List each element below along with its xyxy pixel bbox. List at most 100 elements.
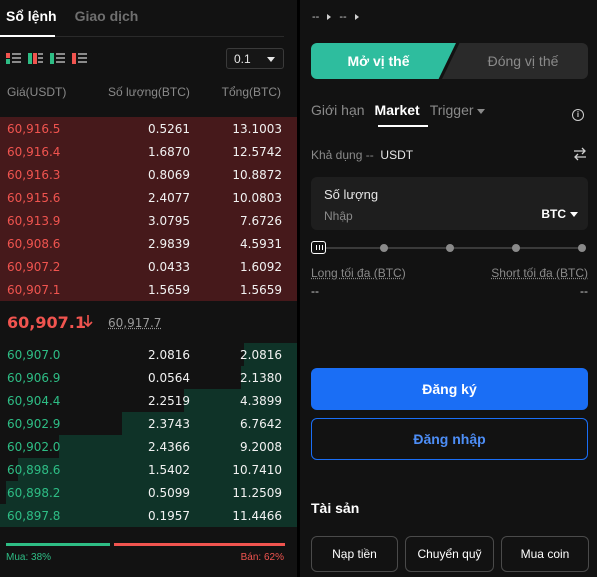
tab-trigger-label: Trigger (429, 102, 474, 118)
bid-price: 60,902.0 (7, 440, 61, 454)
bid-price: 60,906.9 (7, 371, 61, 385)
ask-row[interactable]: 60,907.1 1.5659 1.5659 (0, 278, 297, 301)
ask-row[interactable]: 60,916.4 1.6870 12.5742 (0, 140, 297, 163)
bid-row[interactable]: 60,897.8 0.1957 11.4466 (0, 504, 297, 527)
ask-row[interactable]: 60,915.6 2.4077 10.0803 (0, 186, 297, 209)
ask-total: 10.8872 (232, 168, 282, 182)
buy-coin-button[interactable]: Mua coin (501, 536, 589, 572)
long-max-value: -- (311, 284, 319, 298)
header-total: Tổng(BTC) (221, 85, 281, 99)
ask-qty: 0.8069 (148, 168, 190, 182)
buy-sell-ratio-bar (6, 543, 285, 546)
bid-price: 60,898.2 (7, 486, 61, 500)
layout-grid-icon[interactable] (28, 52, 43, 65)
ask-price: 60,916.3 (7, 168, 61, 182)
tab-orderbook[interactable]: Sổ lệnh (6, 8, 57, 38)
chevron-down-icon (267, 57, 275, 62)
bid-rows: 60,907.0 2.0816 2.0816 60,906.9 0.0564 2.1380… (0, 343, 297, 527)
breadcrumb-item[interactable]: -- (339, 11, 346, 23)
ask-total: 10.0803 (232, 191, 282, 205)
bid-row[interactable]: 60,898.6 1.5402 10.7410 (0, 458, 297, 481)
slider-step-75[interactable] (512, 244, 520, 252)
bid-total: 2.0816 (240, 348, 282, 362)
bid-total: 10.7410 (232, 463, 282, 477)
layout-asks-icon[interactable] (72, 52, 87, 65)
swap-icon[interactable] (573, 147, 587, 161)
ask-rows: 60,916.5 0.5261 13.1003 60,916.4 1.6870 12.57… (0, 117, 297, 301)
ask-total: 7.6726 (240, 214, 282, 228)
assets-title: Tài sản (311, 500, 360, 516)
open-position-button[interactable]: Mở vị thế (311, 43, 456, 79)
bid-price: 60,904.4 (7, 394, 61, 408)
ask-row[interactable]: 60,916.3 0.8069 10.8872 (0, 163, 297, 186)
tab-trades[interactable]: Giao dịch (75, 8, 139, 38)
depth-precision-select[interactable]: 0.1 (226, 48, 284, 69)
login-button[interactable]: Đăng nhập (311, 418, 588, 460)
bid-qty: 2.4366 (148, 440, 190, 454)
bid-row[interactable]: 60,906.9 0.0564 2.1380 (0, 366, 297, 389)
depth-precision-value: 0.1 (234, 52, 251, 66)
close-position-button[interactable]: Đóng vị thế (442, 43, 588, 79)
available-balance: Khả dụng -- USDT (311, 148, 413, 162)
ask-price: 60,916.4 (7, 145, 61, 159)
quantity-field[interactable]: Số lượng BTC (311, 177, 588, 230)
active-order-tab-indicator (378, 125, 428, 127)
trade-panel: -- -- Đóng vị thế Mở vị thế Giới hạn Mar… (300, 0, 597, 577)
header-qty: Số lượng(BTC) (108, 85, 190, 99)
position-mode-toggle: Đóng vị thế Mở vị thế (311, 43, 588, 79)
buy-ratio-fill (6, 543, 110, 546)
chevron-down-icon (476, 108, 485, 114)
orderbook-panel: Sổ lệnh Giao dịch 0.1 Giá(USDT) Số lượng… (0, 0, 297, 577)
tab-trigger[interactable]: Trigger (430, 102, 485, 118)
slider-step-25[interactable] (380, 244, 388, 252)
short-max-label: Short tối đa (BTC) (491, 266, 588, 280)
bid-total: 11.2509 (232, 486, 282, 500)
bid-qty: 0.1957 (148, 509, 190, 523)
bid-row[interactable]: 60,898.2 0.5099 11.2509 (0, 481, 297, 504)
quantity-unit: BTC (541, 207, 566, 221)
caret-right-icon (354, 14, 359, 20)
quantity-label: Số lượng (324, 187, 379, 202)
ask-price: 60,916.5 (7, 122, 61, 136)
ask-row[interactable]: 60,907.2 0.0433 1.6092 (0, 255, 297, 278)
tab-divider (0, 35, 284, 37)
tab-market[interactable]: Market (375, 102, 420, 118)
long-max-label: Long tối đa (BTC) (311, 266, 406, 280)
breadcrumb-item[interactable]: -- (312, 11, 319, 23)
mark-price[interactable]: 60,917.7 (108, 316, 161, 330)
slider-step-50[interactable] (446, 244, 454, 252)
deposit-button[interactable]: Nạp tiền (311, 536, 398, 572)
order-type-tabs: Giới hạn Market Trigger (311, 102, 485, 118)
quantity-unit-select[interactable]: BTC (541, 207, 578, 221)
ask-row[interactable]: 60,913.9 3.0795 7.6726 (0, 209, 297, 232)
header-price: Giá(USDT) (7, 85, 67, 99)
ask-row[interactable]: 60,908.6 2.9839 4.5931 (0, 232, 297, 255)
bid-price: 60,897.8 (7, 509, 61, 523)
slider-step-100[interactable] (578, 244, 586, 252)
ask-qty: 3.0795 (148, 214, 190, 228)
bid-row[interactable]: 60,904.4 2.2519 4.3899 (0, 389, 297, 412)
slider-handle[interactable] (311, 241, 326, 254)
quantity-input[interactable] (324, 208, 474, 224)
ask-qty: 0.0433 (148, 260, 190, 274)
tab-limit[interactable]: Giới hạn (311, 102, 365, 118)
quantity-slider[interactable] (311, 240, 588, 256)
ask-price: 60,908.6 (7, 237, 61, 251)
caret-right-icon (327, 14, 332, 20)
orderbook-tabs: Sổ lệnh Giao dịch (6, 8, 138, 38)
ask-price: 60,907.2 (7, 260, 61, 274)
transfer-button[interactable]: Chuyển quỹ (405, 536, 494, 572)
register-button[interactable]: Đăng ký (311, 368, 588, 410)
bid-row[interactable]: 60,907.0 2.0816 2.0816 (0, 343, 297, 366)
ask-qty: 1.5659 (148, 283, 190, 297)
bid-row[interactable]: 60,902.0 2.4366 9.2008 (0, 435, 297, 458)
layout-bids-icon[interactable] (50, 52, 65, 65)
bid-qty: 2.2519 (148, 394, 190, 408)
info-icon[interactable]: i (572, 109, 584, 121)
ask-row[interactable]: 60,916.5 0.5261 13.1003 (0, 117, 297, 140)
bid-row[interactable]: 60,902.9 2.3743 6.7642 (0, 412, 297, 435)
layout-both-icon[interactable] (6, 52, 21, 65)
ask-total: 13.1003 (232, 122, 282, 136)
bid-price: 60,902.9 (7, 417, 61, 431)
ask-qty: 2.9839 (148, 237, 190, 251)
